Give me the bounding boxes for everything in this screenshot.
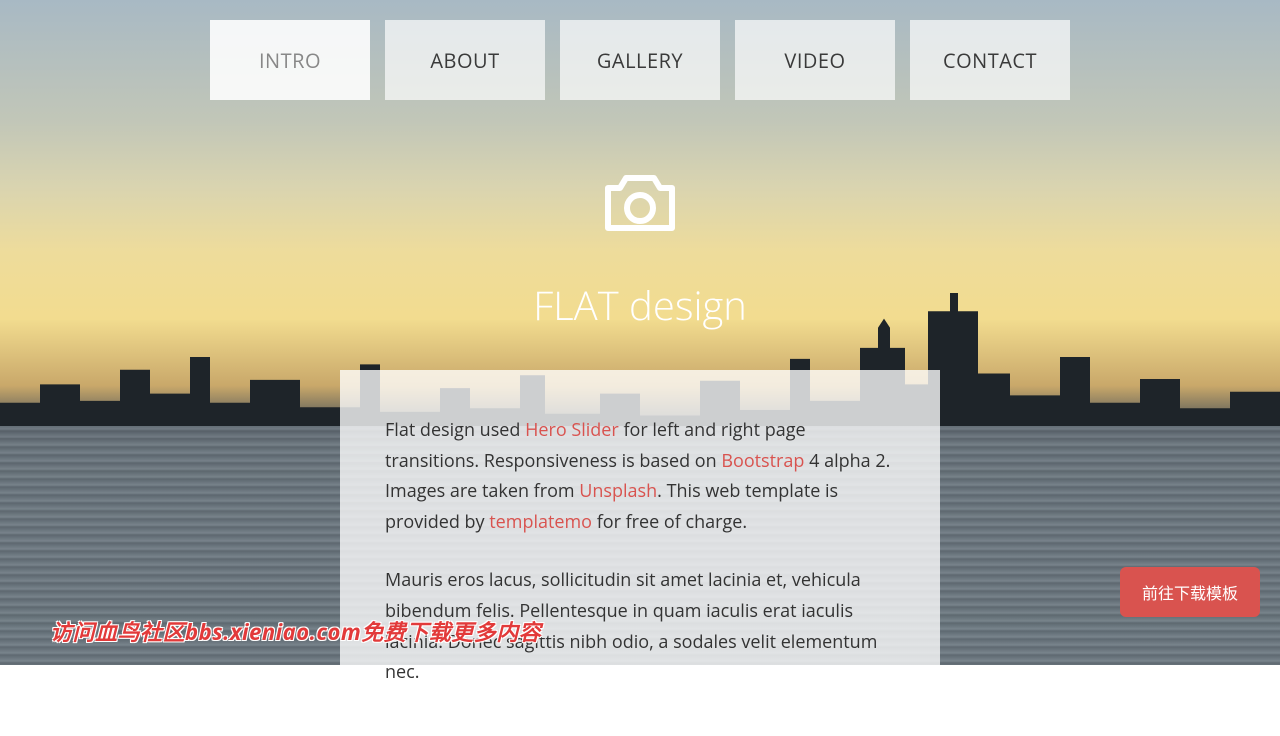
intro-paragraph-2: Mauris eros lacus, sollicitudin sit amet… [385, 565, 895, 687]
camera-icon [604, 170, 676, 234]
intro-card: Flat design used Hero Slider for left an… [340, 370, 940, 736]
hero: FLAT design [0, 170, 1280, 332]
download-template-button[interactable]: 前往下载模板 [1120, 567, 1260, 617]
nav-item-intro[interactable]: INTRO [210, 20, 370, 100]
link-hero-slider[interactable]: Hero Slider [525, 418, 619, 442]
link-bootstrap[interactable]: Bootstrap [721, 449, 804, 473]
main-nav: INTRO ABOUT GALLERY VIDEO CONTACT [0, 0, 1280, 100]
intro-paragraph-1: Flat design used Hero Slider for left an… [385, 415, 895, 537]
link-unsplash[interactable]: Unsplash [579, 479, 657, 503]
text: for free of charge. [592, 510, 747, 534]
nav-item-video[interactable]: VIDEO [735, 20, 895, 100]
text: Flat design used [385, 418, 525, 442]
nav-item-about[interactable]: ABOUT [385, 20, 545, 100]
link-templatemo[interactable]: templatemo [489, 510, 592, 534]
page-title: FLAT design [0, 277, 1280, 332]
nav-item-gallery[interactable]: GALLERY [560, 20, 720, 100]
nav-item-contact[interactable]: CONTACT [910, 20, 1070, 100]
